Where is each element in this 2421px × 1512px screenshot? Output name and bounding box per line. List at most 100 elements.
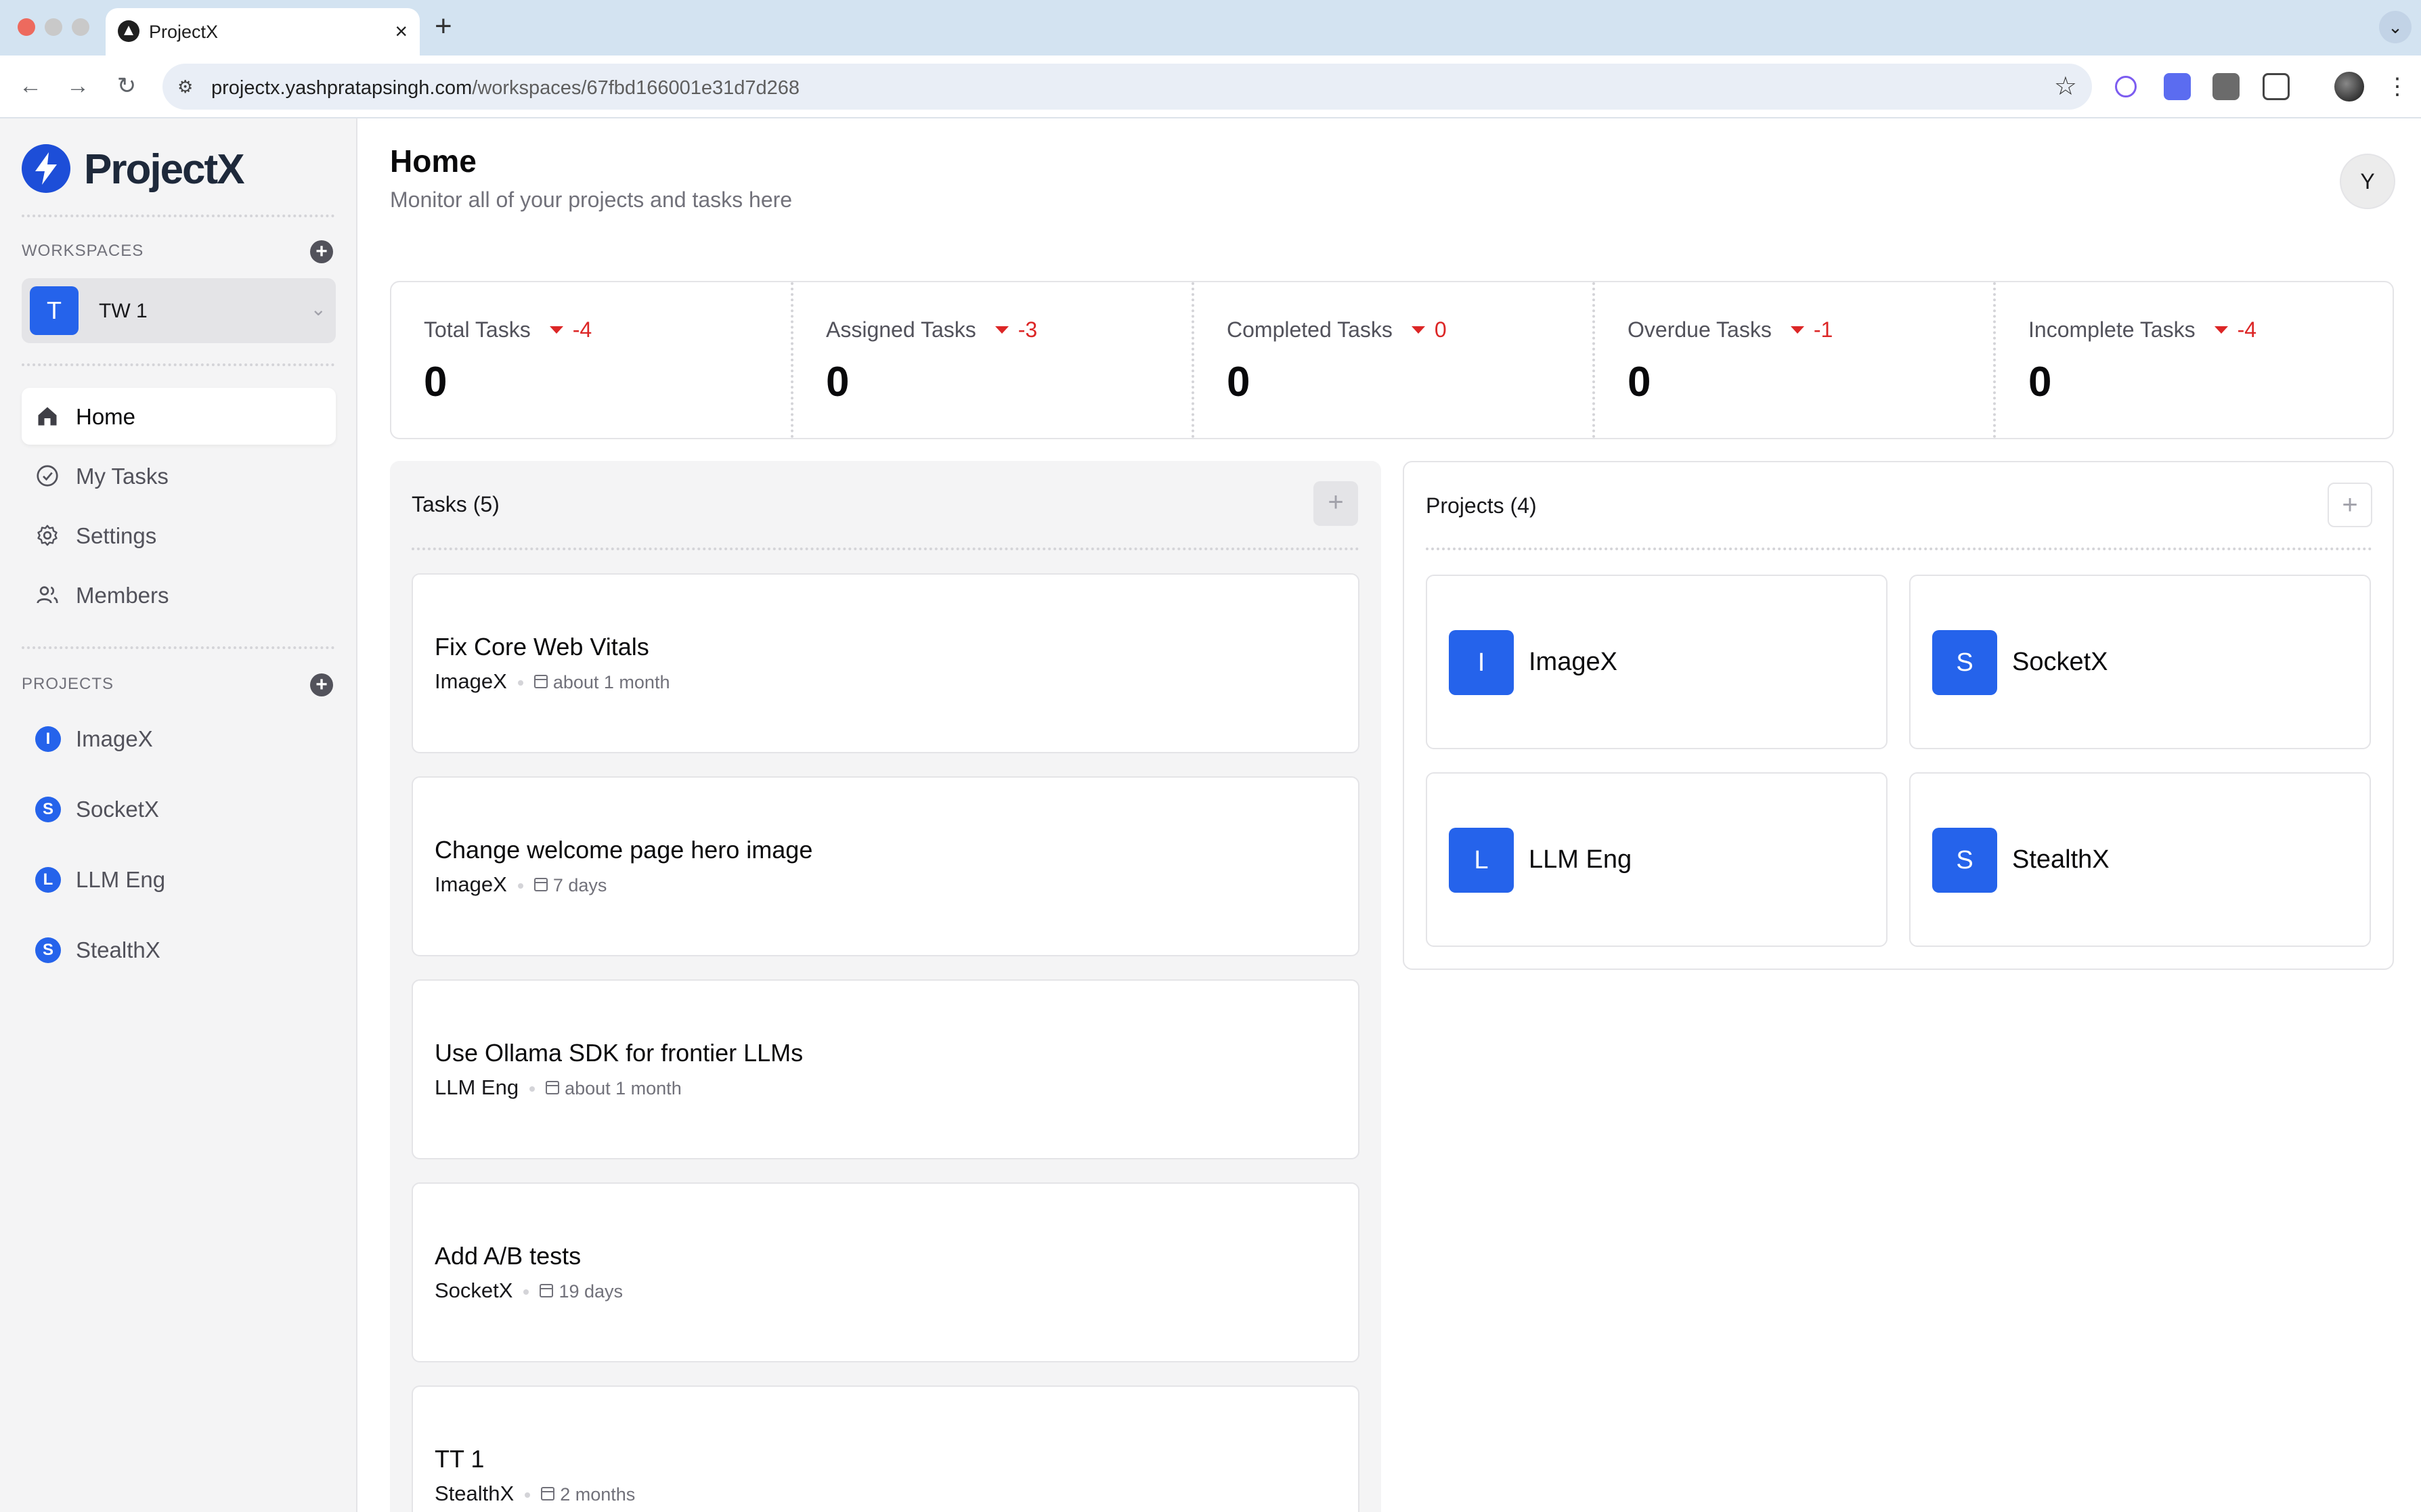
task-due: 2 months — [560, 1484, 636, 1505]
add-project-button[interactable]: + — [2328, 483, 2372, 527]
project-card-socketx[interactable]: S SocketX — [1909, 575, 2371, 749]
back-button[interactable]: ← — [14, 69, 47, 103]
browser-tab[interactable]: ProjectX × — [106, 8, 420, 55]
address-bar[interactable]: ⚙ projectx.yashpratapsingh.com/workspace… — [162, 64, 2092, 110]
add-project-button[interactable]: + — [310, 673, 333, 696]
stat-value: 0 — [826, 359, 850, 405]
task-project: StealthX — [435, 1482, 515, 1505]
sidebar-project-socketx[interactable]: S SocketX — [22, 782, 336, 836]
project-avatar: S — [35, 937, 61, 963]
tab-search-button[interactable]: ⌄ — [2379, 11, 2412, 43]
extension-2-icon[interactable] — [2164, 73, 2191, 100]
sidebar-item-members[interactable]: Members — [22, 566, 336, 623]
stat-delta: -3 — [995, 317, 1037, 342]
url-host: projectx.yashpratapsingh.com — [211, 77, 473, 99]
app-name: ProjectX — [84, 146, 245, 193]
task-card[interactable]: Add A/B tests SocketX 19 days — [412, 1182, 1359, 1362]
calendar-icon — [533, 674, 548, 688]
extension-3-icon[interactable] — [2212, 73, 2240, 100]
tasks-panel: Tasks (5) + Fix Core Web Vitals ImageX ab… — [390, 461, 1381, 1512]
workspaces-label: WORKSPACES — [22, 242, 144, 260]
url-path: /workspaces/67fbd166001e31d7d268 — [472, 77, 800, 99]
lightning-logo-icon — [22, 144, 70, 193]
main-content: Home Monitor all of your projects and ta… — [359, 118, 2421, 1512]
stat-delta: 0 — [1411, 317, 1447, 342]
task-card[interactable]: Use Ollama SDK for frontier LLMs LLM Eng… — [412, 979, 1359, 1159]
sidebar-project-imagex[interactable]: I ImageX — [22, 711, 336, 765]
stat-total-tasks: Total Tasks -4 0 — [391, 282, 792, 438]
workspace-switcher[interactable]: T TW 1 ⌄ — [22, 278, 336, 343]
sidebar-item-label: My Tasks — [76, 464, 169, 489]
sidebar-item-label: Members — [76, 583, 169, 608]
project-card-imagex[interactable]: I ImageX — [1426, 575, 1888, 749]
url-text[interactable]: projectx.yashpratapsingh.com/workspaces/… — [211, 77, 800, 99]
close-window-button[interactable] — [18, 18, 35, 36]
caret-down-icon — [1411, 326, 1425, 334]
user-avatar[interactable]: Y — [2340, 154, 2395, 209]
task-project: ImageX — [435, 872, 507, 896]
stat-delta: -4 — [2214, 317, 2257, 342]
separator-dot — [517, 883, 523, 889]
forward-button[interactable]: → — [61, 69, 95, 103]
sidebar-item-label: Home — [76, 404, 136, 429]
tab-close-icon[interactable]: × — [395, 18, 408, 45]
sidebar-project-stealthx[interactable]: S StealthX — [22, 922, 336, 977]
project-name: StealthX — [2012, 845, 2110, 874]
new-tab-button[interactable]: + — [435, 9, 452, 43]
sidebar-project-llm-eng[interactable]: L LLM Eng — [22, 852, 336, 906]
project-name: LLM Eng — [1529, 845, 1632, 874]
sidebar-item-home[interactable]: Home — [22, 388, 336, 445]
divider — [22, 646, 334, 649]
projects-label: PROJECTS — [22, 675, 114, 693]
project-name: SocketX — [76, 797, 159, 822]
stat-label: Completed Tasks — [1227, 317, 1393, 342]
project-name: ImageX — [1529, 648, 1617, 676]
browser-profile-avatar[interactable] — [2334, 72, 2364, 102]
sidebar-item-label: Settings — [76, 523, 157, 548]
extensions-puzzle-icon[interactable] — [2263, 73, 2290, 100]
reload-button[interactable]: ↻ — [110, 69, 144, 103]
workspace-avatar: T — [30, 286, 79, 335]
extension-1-icon[interactable] — [2115, 76, 2137, 97]
zoom-window-button[interactable] — [72, 18, 89, 36]
users-icon — [37, 586, 58, 604]
project-avatar: I — [1449, 630, 1514, 695]
stat-label: Total Tasks — [424, 317, 531, 342]
stat-delta-value: -4 — [572, 317, 592, 342]
bookmark-star-icon[interactable]: ☆ — [2054, 70, 2077, 103]
chevron-down-icon: ⌄ — [310, 298, 326, 319]
task-name: TT 1 — [435, 1445, 485, 1473]
task-card[interactable]: TT 1 StealthX 2 months — [412, 1385, 1359, 1512]
stat-delta-value: 0 — [1434, 317, 1447, 342]
browser-chrome: ProjectX × + ⌄ ← → ↻ ⚙ projectx.yashprat… — [0, 0, 2421, 118]
project-avatar: S — [35, 797, 61, 822]
page-subtitle: Monitor all of your projects and tasks h… — [390, 187, 793, 212]
task-name: Use Ollama SDK for frontier LLMs — [435, 1039, 804, 1067]
stat-label: Overdue Tasks — [1628, 317, 1772, 342]
project-card-stealthx[interactable]: S StealthX — [1909, 772, 2371, 947]
favicon-icon — [118, 20, 139, 42]
task-meta: ImageX 7 days — [435, 872, 607, 897]
task-card[interactable]: Change welcome page hero image ImageX 7 d… — [412, 776, 1359, 956]
sidebar: ProjectX WORKSPACES + T TW 1 ⌄ Home My T… — [0, 118, 357, 1512]
stats-bar: Total Tasks -4 0 Assigned Tasks -3 0 Compl… — [390, 281, 2394, 439]
add-task-button[interactable]: + — [1313, 481, 1358, 526]
site-info-icon[interactable]: ⚙ — [177, 74, 202, 99]
caret-down-icon — [2214, 326, 2228, 334]
task-due: 7 days — [552, 875, 607, 895]
stat-delta-value: -4 — [2237, 317, 2257, 342]
separator-dot — [523, 1289, 529, 1295]
task-due: about 1 month — [565, 1078, 682, 1098]
task-name: Change welcome page hero image — [435, 836, 813, 864]
minimize-window-button[interactable] — [45, 18, 62, 36]
browser-menu-icon[interactable]: ⋮ — [2386, 70, 2409, 103]
task-meta: ImageX about 1 month — [435, 669, 670, 694]
sidebar-item-my-tasks[interactable]: My Tasks — [22, 447, 336, 504]
divider — [412, 548, 1359, 550]
sidebar-item-settings[interactable]: Settings — [22, 507, 336, 564]
task-card[interactable]: Fix Core Web Vitals ImageX about 1 month — [412, 573, 1359, 753]
project-card-llm-eng[interactable]: L LLM Eng — [1426, 772, 1888, 947]
project-avatar: L — [35, 867, 61, 893]
add-workspace-button[interactable]: + — [310, 240, 333, 263]
stat-value: 0 — [424, 359, 448, 405]
